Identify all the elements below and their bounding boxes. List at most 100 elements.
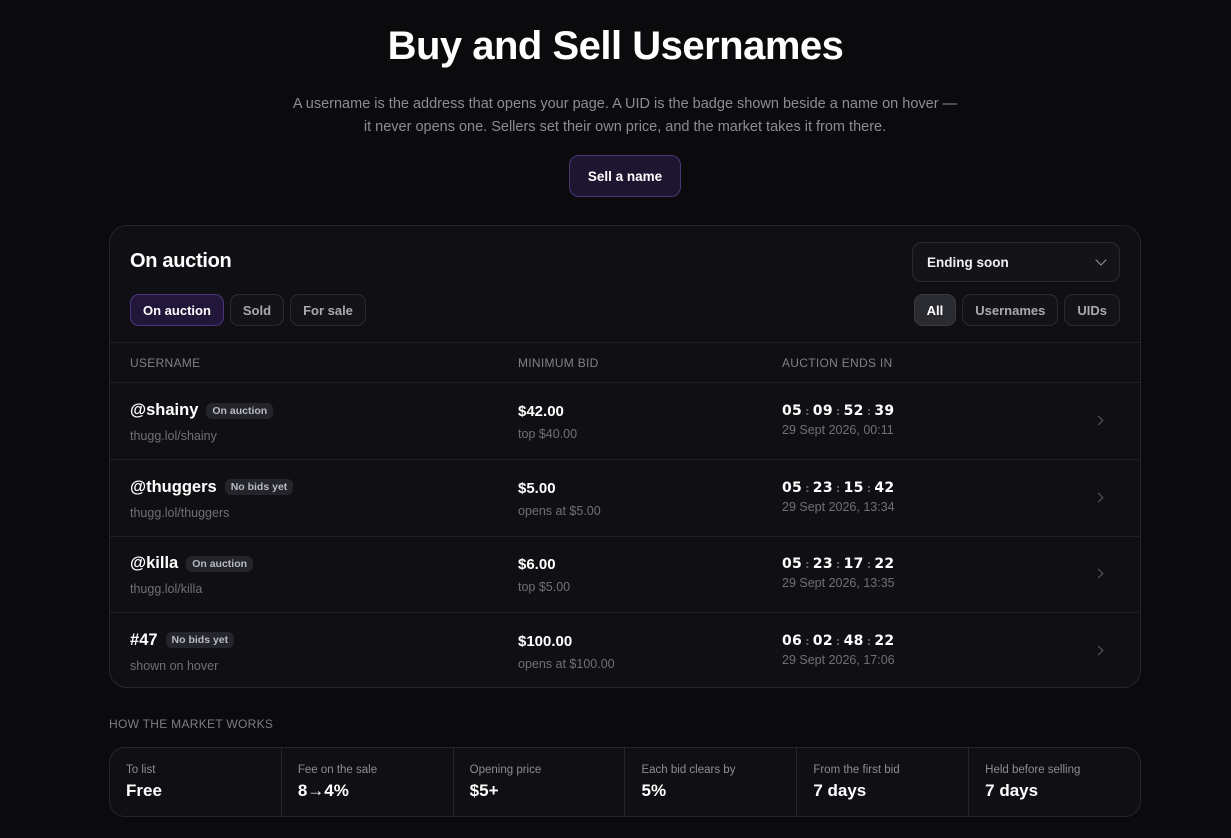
stat-item: From the first bid 7 days — [797, 748, 970, 816]
table-row[interactable]: #47 No bids yet shown on hover $100.00 opens… — [110, 614, 1140, 688]
username-name: shainy — [146, 401, 199, 419]
countdown-days: 05 — [782, 556, 803, 572]
column-minimum-bid: MINIMUM BID — [518, 356, 599, 370]
username-prefix: @ — [130, 477, 147, 496]
stat-label: From the first bid — [813, 764, 900, 776]
chevron-right-icon — [1093, 645, 1104, 655]
chevron-right-icon — [1093, 492, 1104, 502]
bid-subtext: top $40.00 — [518, 427, 578, 441]
username-subtext: shown on hover — [130, 658, 219, 673]
username-name: thuggers — [146, 477, 217, 496]
table-header: USERNAME MINIMUM BID AUCTION ENDS IN — [110, 342, 1140, 383]
countdown-minutes: 52 — [843, 403, 864, 419]
page-subtitle: A username is the address that opens you… — [292, 96, 958, 135]
countdown-seconds: 22 — [874, 632, 895, 649]
auction-end-date: 29 Sept 2026, 00:11 — [782, 423, 894, 437]
status-badge: On auction — [186, 555, 254, 572]
stat-value: Free — [126, 781, 162, 800]
sort-select[interactable]: Ending soon — [912, 242, 1120, 282]
table-row[interactable]: @thuggers No bids yet thugg.lol/thuggers $5… — [110, 461, 1140, 537]
countdown-timer: 05:23:17:22 — [782, 556, 895, 572]
username-subtext: thugg.lol/killa — [130, 582, 203, 596]
tab-all[interactable]: All — [913, 294, 957, 326]
username-prefix: @ — [130, 554, 147, 572]
username-cell: #47 No bids yet — [130, 631, 235, 650]
username-cell: @killa On auction — [130, 554, 254, 573]
type-tabs: All Usernames UIDs — [913, 294, 1120, 326]
table-row[interactable]: @shainy On auction thugg.lol/shainy $42.00 t… — [110, 384, 1140, 460]
column-auction-ends: AUCTION ENDS IN — [782, 356, 893, 370]
countdown-days: 06 — [782, 632, 803, 649]
username-subtext: thugg.lol/thuggers — [130, 505, 230, 520]
username: @thuggers — [130, 478, 217, 497]
countdown-hours: 02 — [812, 632, 833, 649]
countdown-seconds: 39 — [874, 403, 895, 419]
minimum-bid: $42.00 — [518, 403, 564, 420]
stat-label: To list — [126, 764, 156, 776]
stat-value: 8→4% — [297, 781, 349, 800]
username: @killa — [130, 554, 178, 573]
sort-select-value: Ending soon — [927, 254, 1009, 270]
status-badge: No bids yet — [165, 632, 235, 648]
countdown-seconds: 22 — [874, 556, 895, 572]
username-cell: @thuggers No bids yet — [130, 478, 294, 497]
stat-label: Held before selling — [985, 764, 1081, 776]
username-name: 47 — [139, 630, 158, 649]
tab-sold[interactable]: Sold — [229, 294, 285, 326]
stat-value: 7 days — [985, 781, 1039, 800]
countdown-minutes: 48 — [843, 632, 864, 649]
bid-subtext: opens at $5.00 — [518, 503, 601, 518]
page-title: Buy and Sell Usernames — [387, 24, 844, 68]
stat-label: Each bid clears by — [641, 764, 736, 776]
username-cell: @shainy On auction — [130, 401, 274, 420]
tab-usernames[interactable]: Usernames — [962, 294, 1059, 326]
tab-for-sale[interactable]: For sale — [290, 294, 366, 326]
stat-item: Held before selling 7 days — [969, 748, 1140, 816]
countdown-timer: 06:02:48:22 — [782, 632, 895, 649]
bid-subtext: opens at $100.00 — [518, 656, 615, 671]
stat-item: Each bid clears by 5% — [625, 748, 798, 816]
status-badge: On auction — [206, 402, 274, 419]
countdown-minutes: 15 — [843, 479, 864, 496]
how-market-works-title: HOW THE MARKET WORKS — [109, 717, 274, 731]
table-row[interactable]: @killa On auction thugg.lol/killa $6.00 top … — [110, 537, 1140, 613]
username-subtext: thugg.lol/shainy — [130, 429, 217, 443]
countdown-hours: 09 — [812, 403, 833, 419]
countdown-minutes: 17 — [843, 556, 864, 572]
stat-value: $5+ — [469, 781, 499, 800]
stat-value: 7 days — [813, 781, 867, 800]
stat-label: Opening price — [469, 764, 542, 776]
username-prefix: # — [130, 630, 140, 649]
username-name: killa — [146, 554, 179, 572]
username-prefix: @ — [130, 401, 147, 419]
status-tabs: On auction Sold For sale — [130, 294, 366, 326]
countdown-seconds: 42 — [874, 479, 895, 496]
tab-uids[interactable]: UIDs — [1064, 294, 1120, 326]
auction-end-date: 29 Sept 2026, 17:06 — [782, 652, 895, 667]
minimum-bid: $6.00 — [518, 556, 556, 573]
stat-item: Fee on the sale 8→4% — [282, 748, 454, 816]
countdown-hours: 23 — [812, 556, 833, 572]
countdown-days: 05 — [782, 403, 803, 419]
username: #47 — [130, 631, 158, 650]
stat-value: 5% — [641, 781, 667, 800]
bid-subtext: top $5.00 — [518, 580, 571, 594]
market-stats: To list Free Fee on the sale 8→4% Openin… — [109, 747, 1141, 817]
countdown-timer: 05:23:15:42 — [782, 479, 895, 496]
stat-item: To list Free — [110, 748, 282, 816]
auction-end-date: 29 Sept 2026, 13:34 — [782, 499, 895, 514]
tab-on-auction[interactable]: On auction — [130, 294, 224, 326]
countdown-days: 05 — [782, 479, 803, 496]
auction-end-date: 29 Sept 2026, 13:35 — [782, 576, 895, 590]
sell-a-name-button[interactable]: Sell a name — [569, 155, 681, 197]
countdown-hours: 23 — [812, 479, 833, 496]
chevron-right-icon — [1093, 568, 1104, 579]
status-badge: No bids yet — [224, 479, 294, 495]
username: @shainy — [130, 401, 198, 420]
stat-label: Fee on the sale — [297, 764, 378, 776]
countdown-timer: 05:09:52:39 — [782, 403, 895, 419]
auction-panel: On auction Ending soon On auction Sold F… — [109, 225, 1141, 688]
column-username: USERNAME — [130, 356, 201, 370]
minimum-bid: $100.00 — [518, 632, 573, 650]
chevron-right-icon — [1093, 415, 1104, 426]
